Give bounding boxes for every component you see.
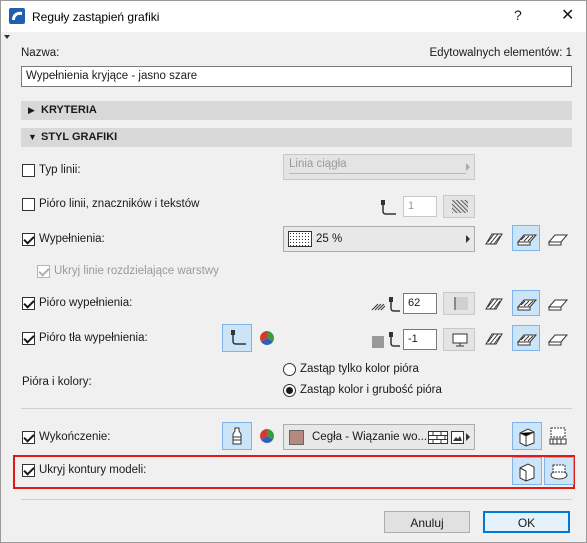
radio-replace-color-weight-label: Zastąp kolor i grubość pióra: [300, 384, 442, 396]
drafting-fill-toggle[interactable]: [544, 226, 572, 252]
finish-color-swatch: [289, 430, 304, 445]
color-wheel-icon[interactable]: [259, 428, 275, 444]
hide-layer-lines-checkbox[interactable]: [37, 265, 50, 278]
image-icon: [451, 431, 464, 444]
fill-checkbox[interactable]: [22, 233, 35, 246]
footer-separator: [21, 499, 572, 500]
ok-button[interactable]: OK: [483, 511, 570, 533]
cancel-button[interactable]: Anuluj: [384, 511, 470, 533]
help-icon[interactable]: ?: [514, 7, 522, 23]
chevron-down-icon: ▼: [28, 132, 37, 142]
fill-bg-drafting-toggle[interactable]: [544, 326, 572, 352]
dialog-window: Reguły zastąpień grafiki ? ✕ Nazwa: Edyt…: [0, 0, 587, 543]
archicad-app-icon: [9, 8, 25, 24]
hide-contours-model-toggle[interactable]: [512, 457, 542, 485]
separator: [21, 408, 572, 409]
fill-label: Wypełnienia:: [39, 233, 105, 245]
section-criteria[interactable]: ▶ KRYTERIA: [21, 101, 572, 120]
finish-solid-toggle[interactable]: [512, 422, 542, 450]
line-pen-label: Pióro linii, znaczników i tekstów: [39, 198, 200, 210]
pens-colors-label: Pióra i kolory:: [22, 376, 92, 388]
fill-pen-number[interactable]: 62: [403, 293, 437, 314]
pen-pattern-icon: [452, 200, 468, 213]
chevron-right-icon: [466, 163, 470, 171]
fill-value: 25 %: [316, 233, 343, 245]
fill-pen-checkbox[interactable]: [22, 297, 35, 310]
fill-pen-cut-toggle[interactable]: [481, 291, 509, 317]
fill-bg-pen-checkbox[interactable]: [22, 332, 35, 345]
line-type-dropdown[interactable]: Linia ciągła: [283, 154, 475, 180]
cover-fill-toggle[interactable]: [512, 225, 540, 251]
hide-layer-lines-label: Ukryj linie rozdzielające warstwy: [54, 265, 219, 277]
chevron-right-icon: [466, 235, 470, 243]
editable-count: Edytowalnych elementów: 1: [429, 47, 572, 59]
cut-elements-toggle[interactable]: [481, 226, 509, 252]
fill-bg-pen-number[interactable]: -1: [403, 329, 437, 350]
hide-contours-surface-toggle[interactable]: [544, 457, 574, 485]
monitor-icon: [452, 333, 468, 347]
line-pen-picker[interactable]: [443, 195, 475, 218]
section-criteria-label: KRYTERIA: [41, 104, 97, 116]
fill-dropdown[interactable]: 25 %: [283, 226, 475, 252]
line-pen-checkbox[interactable]: [22, 198, 35, 211]
fill-bg-pen-picker[interactable]: [443, 328, 475, 351]
finish-checkbox[interactable]: [22, 431, 35, 444]
title-bar: Reguły zastąpień grafiki ? ✕: [1, 1, 586, 32]
finish-mode-toggle[interactable]: [222, 422, 252, 450]
name-label: Nazwa:: [21, 47, 60, 59]
fill-pen-label: Pióro wypełnienia:: [39, 297, 133, 309]
color-wheel-icon[interactable]: [259, 330, 275, 346]
fill-pen-picker[interactable]: [443, 292, 475, 315]
finish-surface-toggle[interactable]: [544, 422, 574, 450]
fill-pattern-icon: [288, 231, 312, 247]
pen-color-icon: [454, 297, 468, 310]
fill-bg-pen-label: Pióro tła wypełnienia:: [39, 332, 148, 344]
line-type-value: Linia ciągła: [289, 158, 347, 170]
radio-replace-color-weight[interactable]: [283, 384, 296, 397]
fill-pen-drafting-toggle[interactable]: [544, 291, 572, 317]
line-type-checkbox[interactable]: [22, 164, 35, 177]
section-graphic-style-label: STYL GRAFIKI: [41, 131, 118, 143]
section-graphic-style[interactable]: ▼ STYL GRAFIKI: [21, 128, 572, 147]
fill-pen-icon: [371, 297, 400, 312]
collapse-arrow-icon[interactable]: [4, 35, 10, 39]
finish-label: Wykończenie:: [39, 431, 111, 443]
chevron-right-icon: ▶: [28, 105, 35, 115]
line-sample: [289, 173, 466, 174]
fill-bg-cut-toggle[interactable]: [481, 326, 509, 352]
window-title: Reguły zastąpień grafiki: [32, 10, 160, 24]
pen-mode-toggle[interactable]: [222, 324, 252, 352]
finish-dropdown[interactable]: Cegła - Wiązanie wo...: [283, 424, 475, 450]
radio-replace-color-only-label: Zastąp tylko kolor pióra: [300, 363, 419, 375]
fill-pen-cover-toggle[interactable]: [512, 290, 540, 316]
brick-pattern-icon: [428, 431, 448, 444]
radio-replace-color-only[interactable]: [283, 363, 296, 376]
bg-pen-icon: [372, 332, 400, 348]
close-icon[interactable]: ✕: [561, 5, 574, 25]
name-input[interactable]: Wypełnienia kryjące - jasno szare: [21, 66, 572, 87]
fill-bg-cover-toggle[interactable]: [512, 325, 540, 351]
chevron-right-icon: [466, 433, 470, 441]
line-pen-number[interactable]: 1: [403, 196, 437, 217]
line-type-label: Typ linii:: [39, 164, 81, 176]
finish-value: Cegła - Wiązanie wo...: [312, 431, 428, 443]
hide-contours-checkbox[interactable]: [22, 464, 35, 477]
hide-contours-label: Ukryj kontury modeli:: [39, 464, 147, 476]
pen-icon: [381, 200, 396, 215]
